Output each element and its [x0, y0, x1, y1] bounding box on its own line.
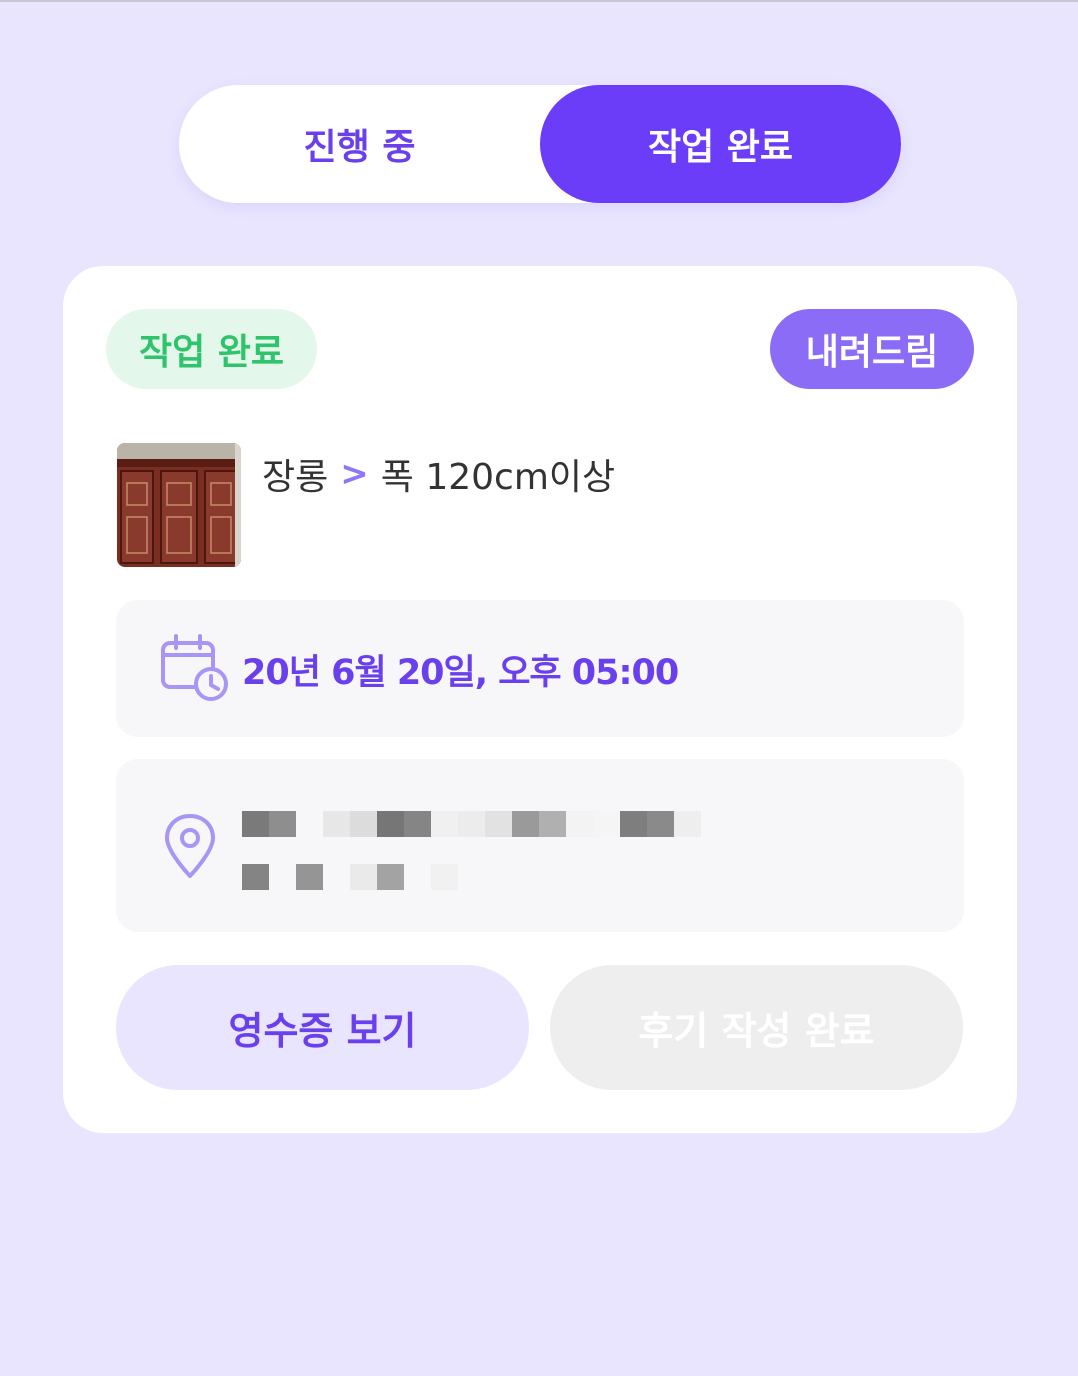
chevron-right-icon: > [340, 454, 369, 494]
schedule-box: 20년 6월 20일, 오후 05:00 [116, 600, 964, 737]
address-box [116, 759, 964, 932]
tab-in-progress[interactable]: 진행 중 [179, 85, 540, 203]
review-completed-button[interactable]: 후기 작성 완료 [550, 965, 963, 1090]
view-receipt-button[interactable]: 영수증 보기 [116, 965, 529, 1090]
tab-completed[interactable]: 작업 완료 [540, 85, 901, 203]
location-pin-icon [165, 814, 215, 878]
item-spec: 폭 120cm이상 [380, 457, 616, 498]
address-line-2-redacted [242, 864, 458, 890]
service-type-badge: 내려드림 [770, 309, 974, 389]
top-divider [0, 0, 1078, 2]
order-card: 작업 완료 내려드림 장롱 > 폭 120cm이상 20년 6월 20일, 오후… [63, 266, 1017, 1133]
item-title: 장롱 > 폭 120cm이상 [262, 449, 615, 499]
address-line-1-redacted [242, 811, 701, 837]
status-tabs: 진행 중 작업 완료 [179, 85, 901, 203]
calendar-clock-icon [161, 634, 228, 701]
item-category: 장롱 [262, 457, 329, 498]
schedule-datetime: 20년 6월 20일, 오후 05:00 [242, 652, 679, 693]
status-badge: 작업 완료 [106, 309, 317, 389]
item-thumbnail [117, 443, 241, 567]
